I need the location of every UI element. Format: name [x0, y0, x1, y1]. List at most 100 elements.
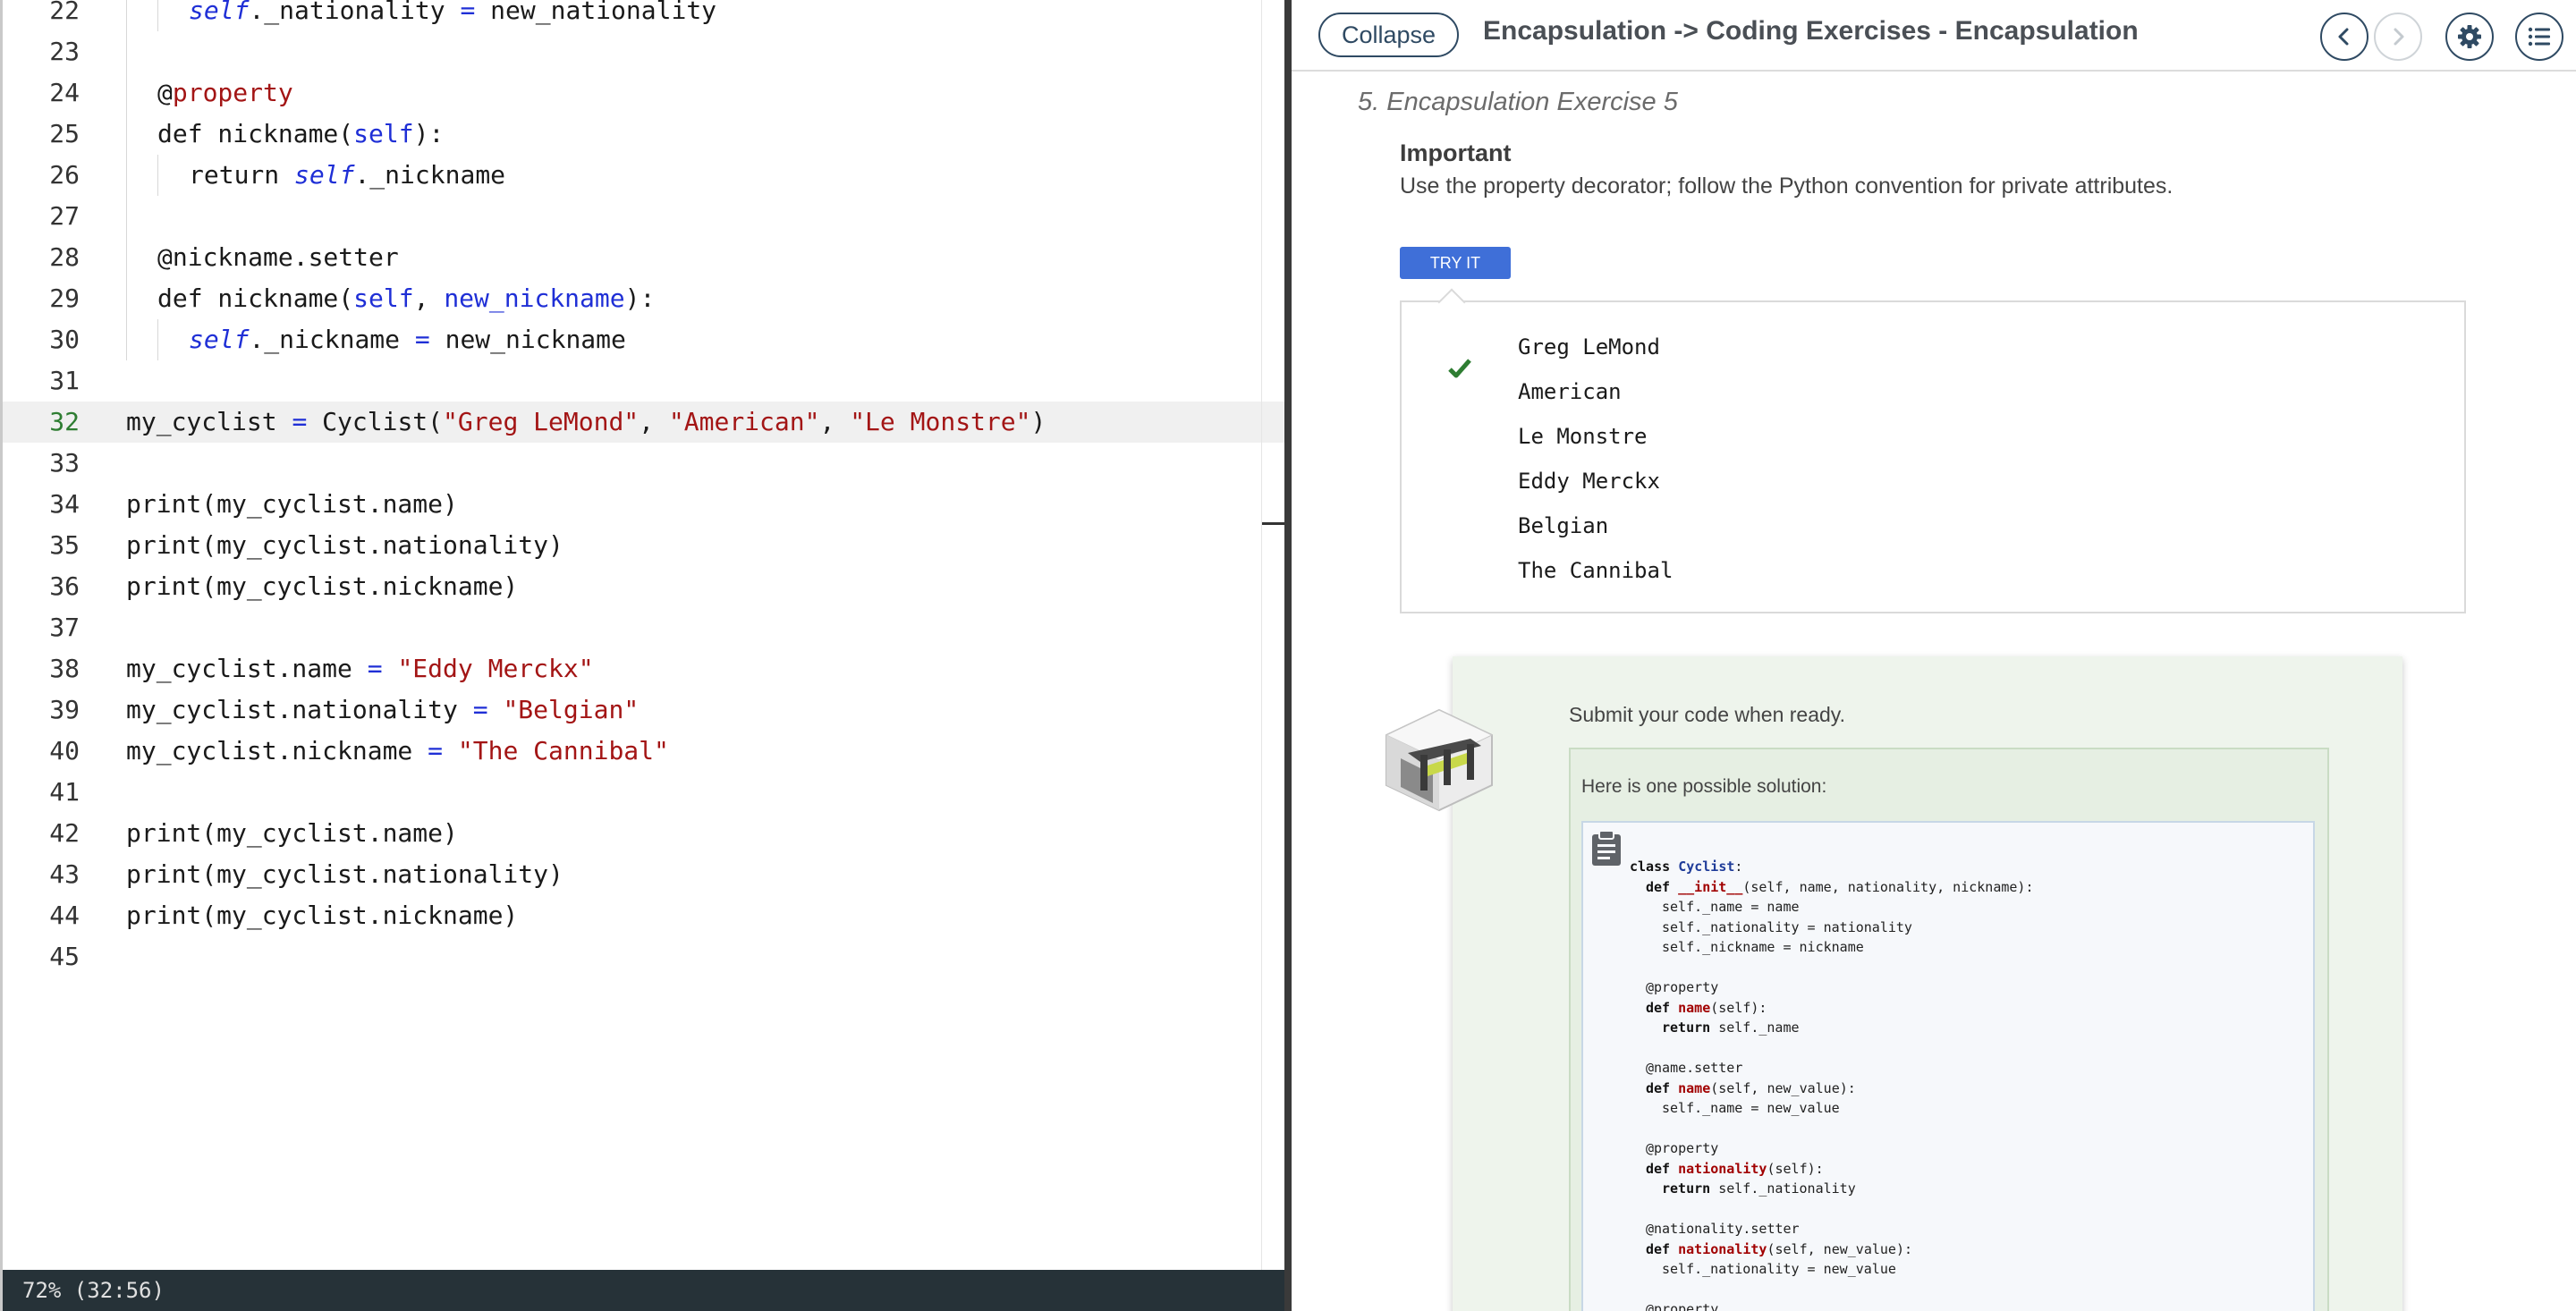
code-token: print(my_cyclist.nationality) [126, 859, 564, 889]
clipboard-icon[interactable] [1589, 830, 1624, 867]
code-text: print(my_cyclist.nickname) [126, 566, 518, 607]
code-text: self._nationality = new_nationality [189, 0, 716, 31]
code-token: = [414, 325, 430, 354]
code-line[interactable]: 34 print(my_cyclist.name) [3, 484, 1284, 525]
solution-code-token: return [1662, 1019, 1719, 1036]
code-line[interactable]: 31 [3, 360, 1284, 402]
code-line[interactable]: 33 [3, 443, 1284, 484]
code-text: self._nickname = new_nickname [189, 319, 626, 360]
settings-button[interactable] [2445, 13, 2494, 61]
code-text: print(my_cyclist.name) [126, 484, 458, 525]
solution-code-line: @property [1646, 1299, 1718, 1311]
line-number: 36 [49, 571, 80, 601]
code-token: self [189, 325, 250, 354]
code-editor[interactable]: 22 self._nationality = new_nationality 23 2… [0, 0, 1284, 1311]
code-token: print(my_cyclist.name) [126, 818, 458, 848]
previous-page-button[interactable] [2320, 13, 2368, 61]
code-token: ._nickname [249, 325, 415, 354]
code-line[interactable]: 44 print(my_cyclist.nickname) [3, 895, 1284, 936]
pane-splitter[interactable] [1284, 0, 1292, 1311]
solution-code-token: @property [1646, 1301, 1719, 1311]
solution-code-token: @name.setter [1646, 1060, 1743, 1076]
robot-icon [1385, 708, 1494, 812]
solution-code-token: return [1662, 1180, 1719, 1197]
guide-title: Encapsulation -> Coding Exercises - Enca… [1483, 16, 2139, 46]
line-number: 30 [49, 325, 80, 354]
line-number: 27 [49, 201, 80, 231]
line-number: 25 [49, 119, 80, 148]
collapse-button[interactable]: Collapse [1318, 13, 1460, 57]
code-token: , [819, 407, 851, 436]
code-line[interactable]: 39 my_cyclist.nationality = "Belgian" [3, 689, 1284, 731]
line-number: 39 [49, 695, 80, 724]
code-token: "Belgian" [503, 695, 640, 724]
solution-code-token: self._nickname = nickname [1662, 939, 1864, 955]
important-text: Use the property decorator; follow the P… [1400, 173, 2174, 199]
line-number: 22 [49, 0, 80, 25]
code-line[interactable]: 24 @property [3, 72, 1284, 114]
code-line[interactable]: 35 print(my_cyclist.nationality) [3, 525, 1284, 566]
solution-code-line: @name.setter [1646, 1058, 1742, 1078]
code-text: print(my_cyclist.nationality) [126, 854, 564, 895]
solution-code-token: def [1646, 1160, 1679, 1177]
code-line[interactable]: 45 [3, 936, 1284, 977]
solution-code-token: @property [1646, 979, 1719, 995]
table-of-contents-button[interactable] [2515, 13, 2563, 61]
code-line[interactable]: 30 self._nickname = new_nickname [3, 319, 1284, 360]
code-token: "American" [668, 407, 820, 436]
code-line[interactable]: 37 [3, 607, 1284, 648]
solution-code-token: @property [1646, 1140, 1719, 1156]
code-text: print(my_cyclist.nickname) [126, 895, 518, 936]
code-line[interactable]: 29 def nickname(self, new_nickname): [3, 278, 1284, 319]
code-line[interactable]: 36 print(my_cyclist.nickname) [3, 566, 1284, 607]
try-it-button[interactable]: TRY IT [1400, 247, 1511, 279]
output-line: Eddy Merckx [1518, 469, 1660, 494]
solution-code-token: class [1630, 858, 1679, 875]
section-title: 5. Encapsulation Exercise 5 [1358, 88, 1678, 116]
solution-code-token: def [1646, 878, 1679, 895]
code-line[interactable]: 32 my_cyclist = Cyclist("Greg LeMond", "A… [3, 402, 1284, 443]
scroll-position-marker[interactable] [1262, 522, 1284, 525]
code-line[interactable]: 41 [3, 772, 1284, 813]
line-number: 31 [49, 366, 80, 395]
solution-code-line: self._nationality = nationality [1662, 918, 1912, 937]
code-text: my_cyclist.nickname = "The Cannibal" [126, 731, 669, 772]
code-text: print(my_cyclist.nationality) [126, 525, 564, 566]
code-line[interactable]: 27 [3, 196, 1284, 237]
code-token: new_nationality [475, 0, 717, 25]
code-line[interactable]: 40 my_cyclist.nickname = "The Cannibal" [3, 731, 1284, 772]
code-line[interactable]: 42 print(my_cyclist.name) [3, 813, 1284, 854]
solution-code-line: def name(self, new_value): [1646, 1078, 1856, 1098]
code-line[interactable]: 26 return self._nickname [3, 155, 1284, 196]
indent-guide [126, 319, 127, 360]
line-number: 37 [49, 613, 80, 642]
code-token: my_cyclist.name [126, 654, 368, 683]
gear-icon [2458, 25, 2481, 48]
code-line[interactable]: 38 my_cyclist.name = "Eddy Merckx" [3, 648, 1284, 689]
solution-code-token: @nationality.setter [1646, 1221, 1800, 1237]
next-page-button[interactable] [2374, 13, 2422, 61]
code-line[interactable]: 43 print(my_cyclist.nationality) [3, 854, 1284, 895]
code-line[interactable]: 23 [3, 31, 1284, 72]
list-icon [2528, 27, 2550, 47]
solution-label: Here is one possible solution: [1581, 776, 1827, 797]
solution-code-line: return self._name [1662, 1018, 1800, 1037]
solution-code-token: : [1734, 858, 1743, 875]
line-number: 35 [49, 530, 80, 560]
code-token: property [172, 78, 293, 107]
code-token: , [413, 283, 445, 313]
code-text: my_cyclist = Cyclist("Greg LeMond", "Ame… [126, 402, 1046, 443]
chevron-right-icon [2394, 28, 2404, 46]
code-line[interactable]: 25 def nickname(self): [3, 114, 1284, 155]
output-line: Greg LeMond [1518, 334, 1660, 359]
solution-code-token: self._name [1718, 1019, 1800, 1036]
solution-code-token: nationality [1678, 1240, 1767, 1257]
line-number: 41 [49, 777, 80, 807]
indent-guide [157, 319, 158, 360]
code-token: self [353, 119, 414, 148]
code-line[interactable]: 22 self._nationality = new_nationality [3, 0, 1284, 31]
code-line[interactable]: 28 @nickname.setter [3, 237, 1284, 278]
code-text: def nickname(self): [157, 114, 444, 155]
